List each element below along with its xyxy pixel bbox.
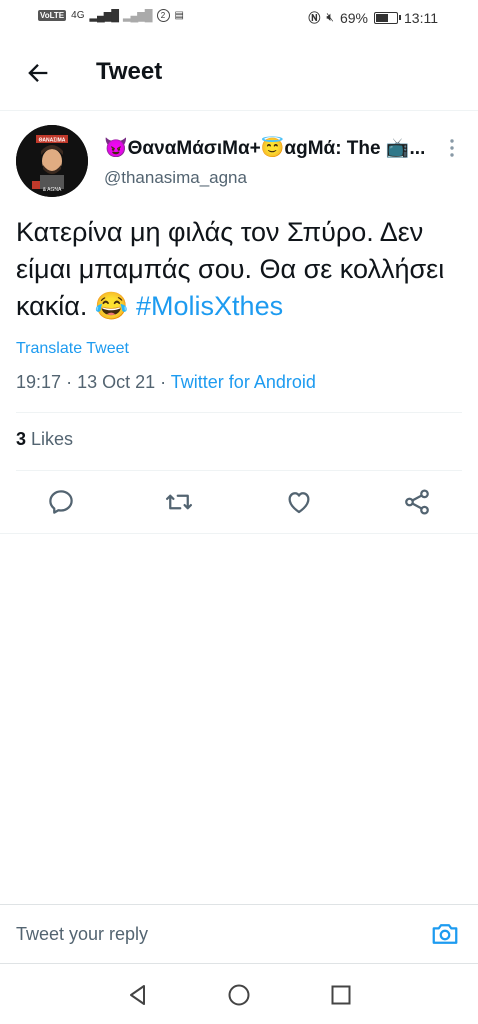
- nav-recents-icon[interactable]: [328, 982, 354, 1008]
- retweet-icon[interactable]: [164, 487, 194, 517]
- tweet-time: 19:17: [16, 372, 62, 392]
- reply-input[interactable]: Tweet your reply: [16, 924, 148, 945]
- share-icon[interactable]: [402, 487, 432, 517]
- back-arrow-icon[interactable]: [24, 59, 52, 87]
- nav-back-icon[interactable]: [125, 982, 151, 1008]
- username[interactable]: @thanasima_agna: [104, 168, 247, 188]
- display-name[interactable]: 😈ΘαναMάσιMα+😇αgMά: The 📺...: [104, 136, 424, 160]
- top-app-bar: Tweet: [0, 36, 478, 111]
- battery-percent: 69%: [339, 9, 368, 26]
- avatar-label-top: ΘΑΝΑΣΙΜΑ: [39, 138, 66, 144]
- divider: [16, 412, 462, 413]
- avatar-label-bottom: & AGNA: [43, 187, 62, 193]
- signal-icon-sim2: ▂▄▆█: [123, 10, 152, 22]
- likes-number: 3: [16, 429, 27, 449]
- nfc-icon: Ⓝ: [308, 11, 321, 25]
- meta-separator: ·: [66, 372, 78, 392]
- hashtag-link[interactable]: #MolisXthes: [136, 291, 283, 321]
- status-bar: VoLTE 4G ▂▄▆█ ▂▄▆█ 2 ▤ Ⓝ 🔇︎ 69% 13:11: [0, 0, 478, 36]
- tweet-text: Κατερίνα μη φιλάς τον Σπύρο. Δεν είμαι μ…: [16, 214, 466, 325]
- reply-bar: Tweet your reply: [0, 904, 478, 964]
- divider: [0, 533, 478, 534]
- avatar-image: ΘΑΝΑΣΙΜΑ & AGNA: [16, 125, 88, 197]
- meta-separator: ·: [160, 372, 171, 392]
- camera-icon[interactable]: [430, 919, 460, 949]
- signal-icon: ▂▄▆█: [89, 10, 119, 22]
- status-right: Ⓝ 🔇︎ 69% 13:11: [308, 9, 438, 26]
- volte-icon: VoLTE: [38, 10, 67, 21]
- reply-icon[interactable]: [46, 487, 76, 517]
- page-title: Tweet: [96, 58, 163, 85]
- status-left: VoLTE 4G ▂▄▆█ ▂▄▆█ 2 ▤: [38, 9, 184, 22]
- avatar[interactable]: ΘΑΝΑΣΙΜΑ & AGNA: [16, 125, 88, 197]
- notification-icon: ▤: [174, 10, 184, 21]
- battery-icon: [374, 11, 401, 24]
- nav-home-icon[interactable]: [226, 982, 252, 1008]
- clock: 13:11: [404, 9, 438, 26]
- like-icon[interactable]: [284, 487, 314, 517]
- divider: [16, 470, 462, 471]
- sim2-icon: 2: [156, 9, 170, 22]
- tweet-source-link[interactable]: Twitter for Android: [171, 372, 316, 392]
- translate-tweet-link[interactable]: Translate Tweet: [16, 340, 129, 358]
- tweet-meta: 19:17 · 13 Oct 21 · Twitter for Android: [16, 372, 316, 393]
- tweet-date: 13 Oct 21: [77, 372, 156, 392]
- likes-count-link[interactable]: 3 Likes: [16, 429, 73, 450]
- system-nav-bar: [0, 966, 478, 1024]
- more-options-icon[interactable]: [444, 138, 460, 158]
- likes-label: Likes: [31, 429, 74, 449]
- mute-icon: 🔇︎: [326, 10, 334, 24]
- network-type: 4G: [71, 10, 85, 21]
